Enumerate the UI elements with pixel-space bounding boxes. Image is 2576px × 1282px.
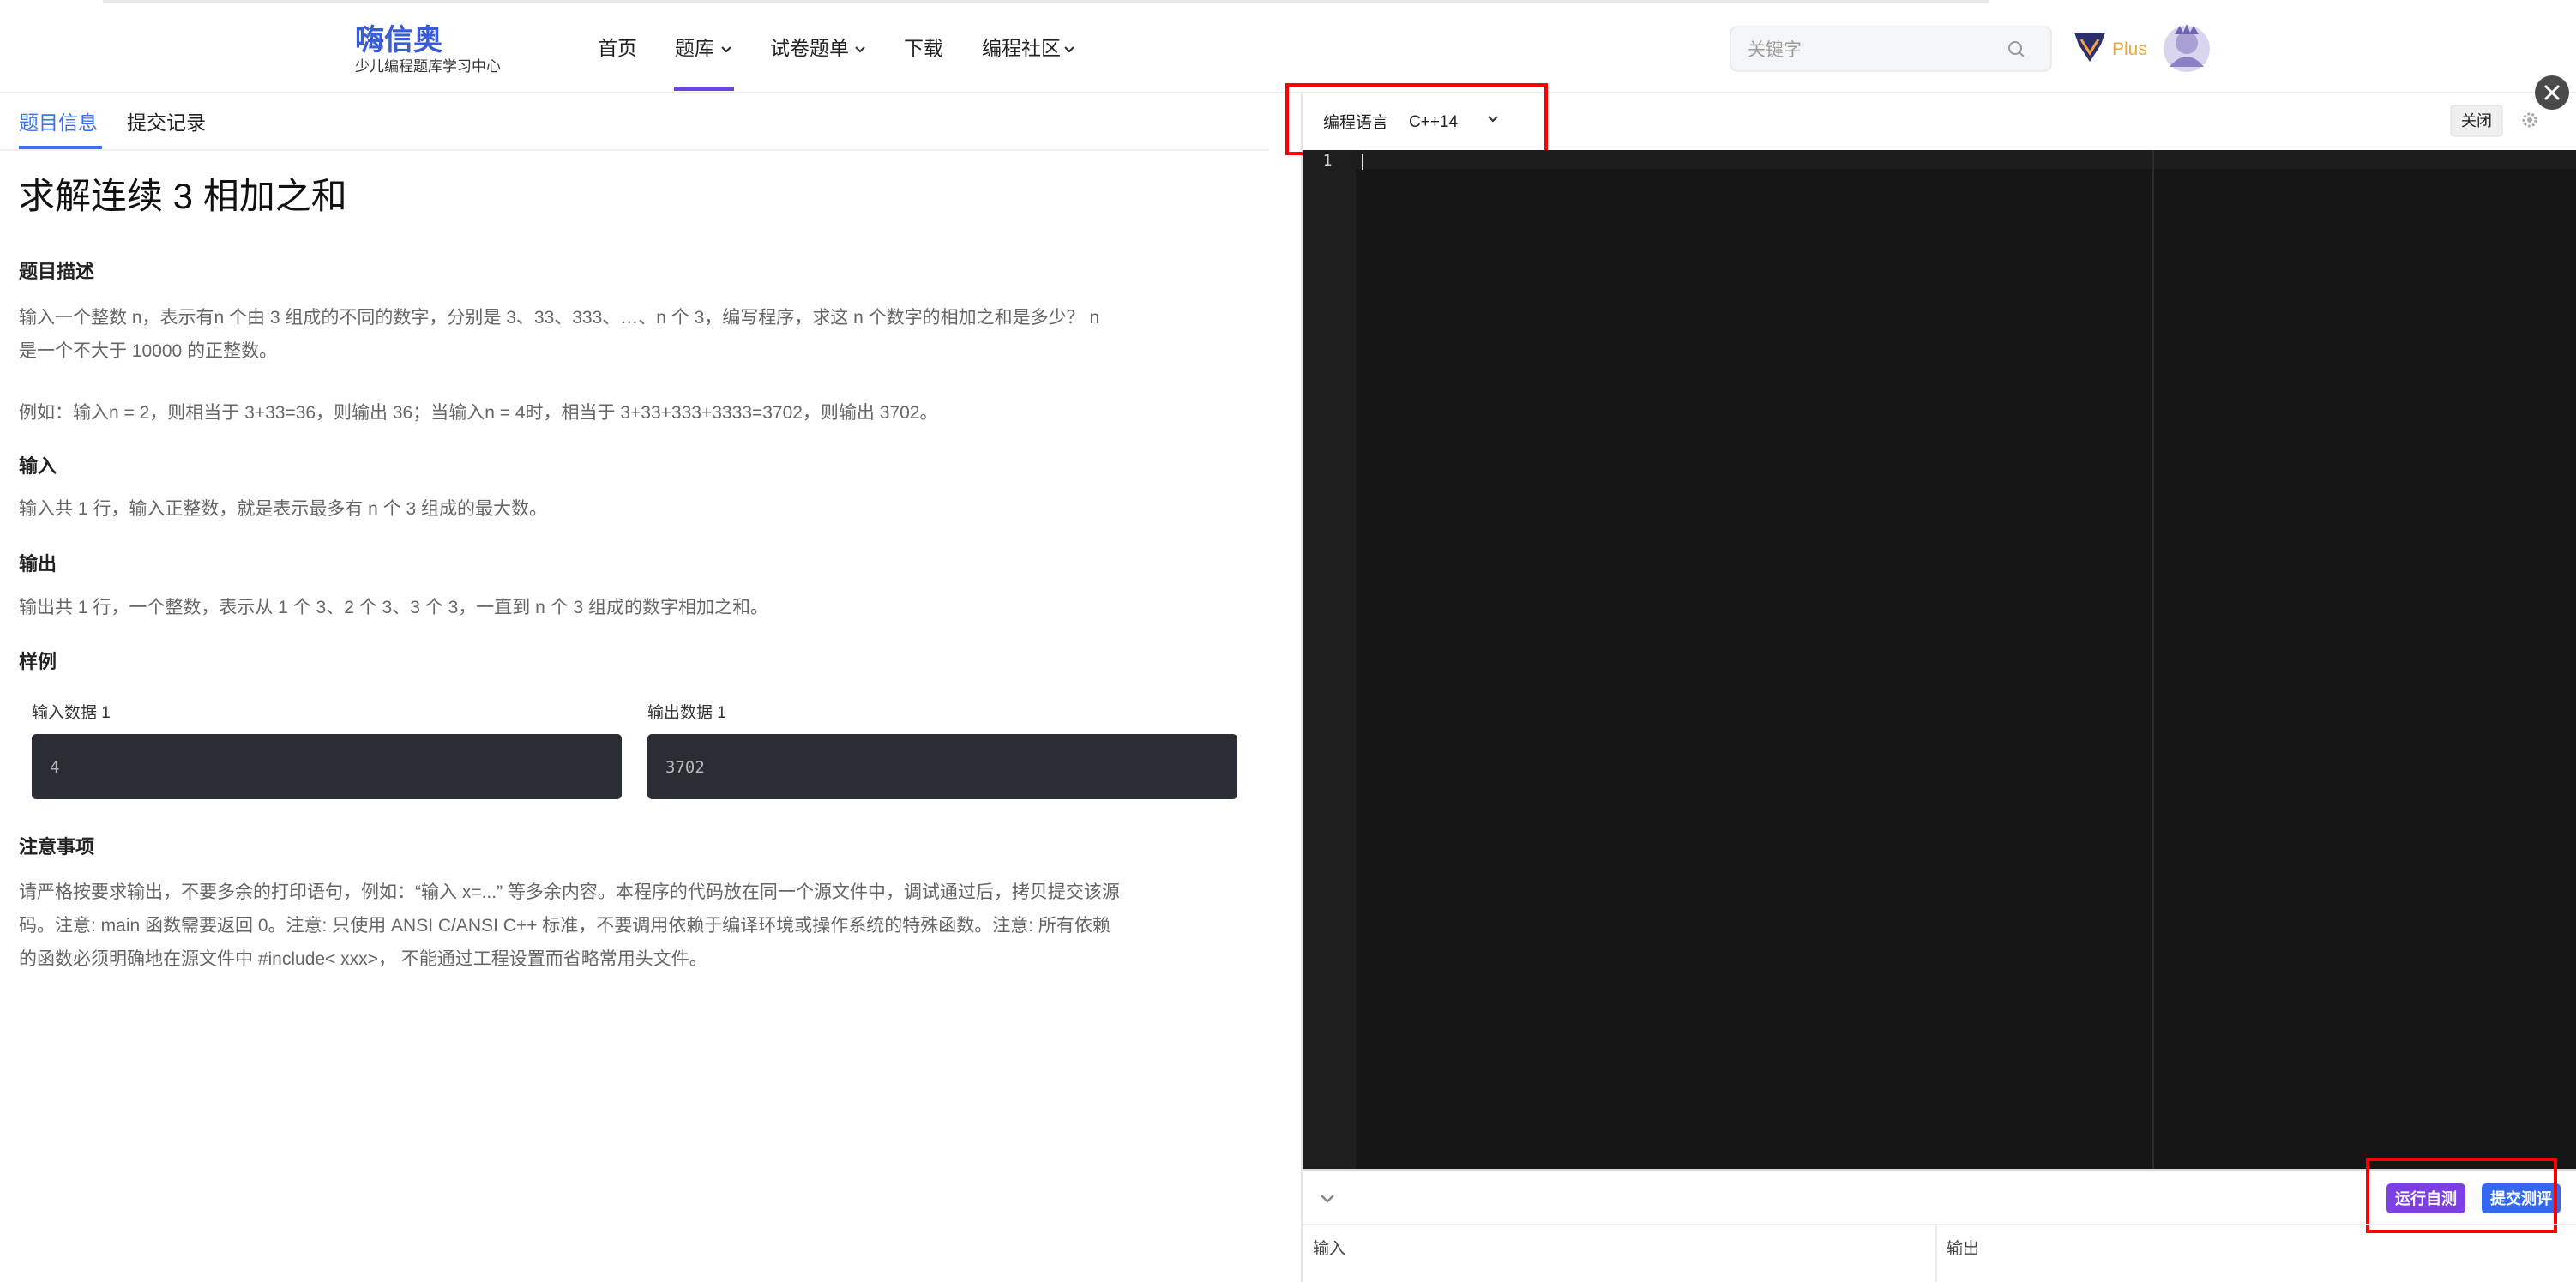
sample-input-value: 4 (50, 758, 59, 777)
search-box[interactable]: 关键字 (1730, 26, 2052, 72)
sample-heading: 样例 (19, 651, 57, 672)
run-test-label: 运行自测 (2395, 1189, 2457, 1207)
tab-submissions[interactable]: 提交记录 (127, 111, 206, 134)
current-line-highlight (1356, 150, 2576, 169)
close-icon[interactable] (2535, 75, 2569, 110)
notes-line-2: 码。注意: main 函数需要返回 0。注意: 只使用 ANSI C/ANSI … (19, 916, 1110, 936)
left-tabs: 题目信息 提交记录 (0, 111, 1269, 151)
description-line-2: 是一个不大于 10000 的正整数。 (19, 341, 277, 361)
run-panel: 运行自测 提交测评 输入 输出 (1303, 1158, 2576, 1282)
description-heading: 题目描述 (19, 261, 94, 282)
browser-edge (103, 0, 1989, 3)
notes-line-3: 的函数必须明确地在源文件中 #include< xxx>， 不能通过工程设置而省… (19, 949, 707, 969)
page-root: 嗨信奥 少儿编程题库学习中心 首页 题库 试卷题单 下载 编程社区 关键字 Pl… (0, 0, 2576, 1282)
sample-output-box (647, 734, 1237, 799)
sample-input-label: 输入数据 1 (32, 703, 111, 722)
sample-output-value: 3702 (665, 758, 705, 777)
run-test-button[interactable]: 运行自测 (2386, 1183, 2465, 1213)
language-value: C++14 (1409, 113, 1458, 131)
editor-toolbar: 编程语言 C++14 关闭 (1285, 83, 2576, 155)
submit-button[interactable]: 提交测评 (2482, 1183, 2561, 1213)
language-label: 编程语言 (1323, 113, 1388, 132)
tab-active-indicator (19, 146, 102, 149)
nav-item-download[interactable]: 下载 (904, 37, 943, 59)
nav-active-indicator (674, 87, 734, 91)
search-placeholder: 关键字 (1748, 40, 1802, 60)
close-editor-label: 关闭 (2461, 112, 2492, 129)
code-editor[interactable]: 1 (1303, 150, 2576, 1169)
sample-output: 输出数据 1 3702 (647, 703, 1237, 799)
logo-subtitle: 少儿编程题库学习中心 (355, 58, 501, 75)
output-heading: 输出 (19, 553, 57, 575)
logo-text: 嗨信奥 (355, 24, 442, 57)
nav-item-papers[interactable]: 试卷题单 (770, 37, 849, 59)
tab-problem-info[interactable]: 题目信息 (19, 111, 98, 134)
nav-item-problems[interactable]: 题库 (675, 37, 714, 59)
output-text: 输出共 1 行，一个整数，表示从 1 个 3、2 个 3、3 个 3，一直到 n… (19, 598, 768, 617)
close-editor-button[interactable]: 关闭 (2450, 105, 2503, 137)
problem-title: 求解连续 3 相加之和 (19, 176, 347, 216)
nav-item-home[interactable]: 首页 (598, 37, 637, 59)
submit-label: 提交测评 (2490, 1189, 2552, 1207)
input-text: 输入共 1 行，输入正整数，就是表示最多有 n 个 3 组成的最大数。 (19, 499, 547, 519)
nav-item-community[interactable]: 编程社区 (982, 37, 1061, 59)
example-line: 例如：输入n = 2，则相当于 3+33=36，则输出 36；当输入n = 4时… (19, 403, 937, 423)
description-line-1: 输入一个整数 n，表示有n 个由 3 组成的不同的数字，分别是 3、33、333… (19, 308, 1099, 328)
sample-input: 输入数据 1 4 (32, 703, 622, 799)
sample-input-box (32, 734, 622, 799)
notes-line-1: 请严格按要求输出，不要多余的打印语句，例如：“输入 x=...” 等多余内容。本… (19, 882, 1120, 902)
notes-heading: 注意事项 (19, 836, 94, 858)
line-number: 1 (1323, 152, 1333, 170)
io-input-label: 输入 (1313, 1239, 1345, 1258)
io-output-label: 输出 (1947, 1239, 1979, 1258)
input-heading: 输入 (19, 455, 57, 477)
plus-label: Plus (2112, 39, 2147, 59)
line-gutter (1303, 150, 1356, 1169)
sample-output-label: 输出数据 1 (647, 703, 726, 722)
